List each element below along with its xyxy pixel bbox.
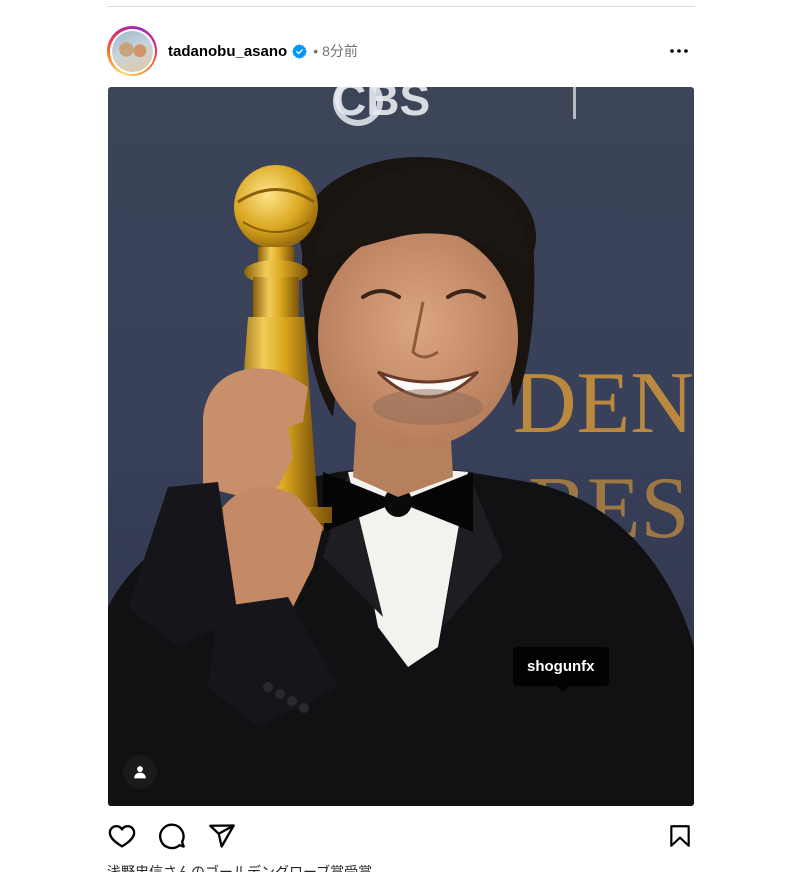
- more-horizontal-icon: [670, 49, 688, 53]
- instagram-post: tadanobu_asano • 8分前 CBS DEN BES shogunf…: [0, 0, 799, 872]
- caption-text: 浅野忠信さんのゴールデングローブ賞受賞: [107, 864, 373, 872]
- post-actions: [107, 820, 695, 854]
- user-tag-icon: [134, 766, 146, 779]
- comment-button[interactable]: [157, 820, 187, 852]
- post-time[interactable]: 8分前: [322, 41, 358, 61]
- like-button[interactable]: [107, 820, 137, 852]
- user-tag-button[interactable]: [123, 755, 157, 789]
- heart-icon: [108, 825, 136, 848]
- post-header: tadanobu_asano • 8分前: [107, 25, 695, 77]
- comment-icon: [159, 823, 185, 850]
- more-options-button[interactable]: [665, 39, 693, 63]
- backdrop-text: DEN: [513, 355, 694, 452]
- share-button[interactable]: [207, 820, 237, 852]
- post-photo[interactable]: CBS DEN BES shogunfx: [108, 87, 694, 806]
- divider: [107, 6, 695, 7]
- avatar-image: [111, 30, 153, 72]
- bookmark-icon: [670, 825, 690, 847]
- post-caption: 浅野忠信さんのゴールデングローブ賞受賞: [107, 864, 695, 872]
- share-icon: [209, 824, 235, 848]
- save-button[interactable]: [665, 820, 695, 852]
- photo-tag-label[interactable]: shogunfx: [513, 647, 609, 692]
- photo-illustration: CBS DEN BES: [108, 87, 694, 806]
- username-link[interactable]: tadanobu_asano: [168, 43, 287, 60]
- verified-badge-icon: [292, 43, 308, 59]
- avatar[interactable]: [107, 26, 157, 76]
- separator-dot: •: [313, 43, 319, 59]
